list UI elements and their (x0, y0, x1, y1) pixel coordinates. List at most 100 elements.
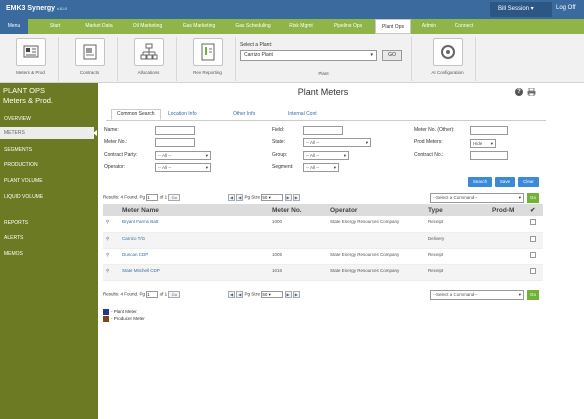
row-checkbox[interactable] (527, 216, 543, 233)
next-page-icon[interactable]: ▶ (284, 291, 292, 298)
row-checkbox[interactable] (527, 264, 543, 281)
operator-cell: State Energy Resources Company (327, 248, 425, 265)
last-page-icon[interactable]: ▶ (292, 291, 300, 298)
contract-no-input[interactable] (470, 151, 508, 160)
command-select-top[interactable]: --Select a Command-- ▾ (430, 193, 524, 203)
meter-no-other-input[interactable] (470, 126, 508, 135)
prev-page-icon[interactable]: ◀ (236, 194, 244, 201)
tab-other-info[interactable]: Other Info (233, 111, 255, 121)
contract-party-label: Contract Party: (104, 152, 138, 158)
tab-plant-ops[interactable]: Plant Ops (375, 19, 411, 34)
search-icon[interactable]: ⚲ (103, 216, 119, 233)
tab-internal-cont[interactable]: Internal Cont (288, 111, 317, 121)
row-checkbox[interactable] (527, 248, 543, 265)
tab-gas-marketing[interactable]: Gas Marketing (175, 19, 223, 34)
table-row[interactable]: ⚲ Carrizo T/G Delivery (103, 232, 543, 249)
tab-admin[interactable]: Admin (414, 19, 444, 34)
meter-name-cell[interactable]: Carrizo T/G (119, 232, 269, 249)
plant-select[interactable]: Carrizo Plant ▾ (240, 50, 377, 61)
sidebar-item-memos[interactable]: MEMOS (4, 251, 98, 257)
sidebar: PLANT OPS Meters & Prod. OVERVIEW METERS… (0, 83, 98, 419)
select-all-checkbox[interactable]: ✔ (527, 204, 543, 216)
meter-no-input[interactable] (155, 138, 195, 147)
save-button[interactable]: Save (495, 177, 515, 187)
name-input[interactable] (155, 126, 195, 135)
row-checkbox[interactable] (527, 232, 543, 249)
first-page-icon[interactable]: ◀ (228, 194, 235, 201)
page-size-select-top[interactable]: 50 ▾ (261, 194, 284, 201)
operator-cell (327, 232, 425, 249)
page-go-button-bottom[interactable]: Go (168, 291, 181, 298)
tab-market-data[interactable]: Market Data (78, 19, 120, 34)
sidebar-item-alerts[interactable]: ALERTS (4, 235, 98, 241)
state-select[interactable]: -- All -- ▾ (303, 138, 371, 147)
sidebar-item-production[interactable]: PRODUCTION (4, 162, 98, 168)
contracts-tool[interactable]: Contracts (62, 37, 118, 81)
table-row[interactable]: ⚲ Duncan CDP 1005 State Energy Resources… (103, 248, 543, 265)
ai-configuration-tool[interactable]: AI Configuration (420, 37, 476, 81)
page-size-select-bottom[interactable]: 50 ▾ (261, 291, 284, 298)
next-page-icon[interactable]: ▶ (284, 194, 292, 201)
search-tabs: Common Search Location Info Other Info I… (106, 109, 546, 121)
col-type[interactable]: Type (425, 204, 489, 216)
last-page-icon[interactable]: ▶ (292, 194, 300, 201)
group-label: Group: (272, 152, 288, 158)
sidebar-item-overview[interactable]: OVERVIEW (4, 116, 98, 122)
page-input-top[interactable]: 1 (146, 194, 159, 201)
clear-button[interactable]: Clear (518, 177, 539, 187)
tab-gas-scheduling[interactable]: Gas Scheduling (228, 19, 278, 34)
page-go-button-top[interactable]: Go (168, 194, 181, 201)
tab-connect[interactable]: Connect (446, 19, 482, 34)
tab-location-info[interactable]: Location Info (168, 111, 197, 121)
group-select[interactable]: -- All -- ▾ (303, 151, 349, 160)
plant-go-button[interactable]: GO (382, 50, 402, 61)
col-meter-no[interactable]: Meter No. (269, 204, 327, 216)
sidebar-item-plant-volume[interactable]: PLANT VOLUME (4, 178, 98, 184)
col-operator[interactable]: Operator (327, 204, 425, 216)
sidebar-item-segments[interactable]: SEGMENTS (4, 147, 98, 153)
search-icon[interactable]: ⚲ (103, 232, 119, 249)
table-row[interactable]: ⚲ Bryant Farms Batt 1000 State Energy Re… (103, 216, 543, 233)
command-go-button-top[interactable]: Go (527, 193, 539, 203)
page-input-bottom[interactable]: 1 (146, 291, 159, 298)
tab-start[interactable]: Start (40, 19, 70, 34)
table-row[interactable]: ⚲ State Mitchell CDP 1016 State Energy R… (103, 264, 543, 281)
search-button[interactable]: Search (468, 177, 492, 187)
allocations-tool[interactable]: Allocations (121, 37, 177, 81)
user-menu[interactable]: Bill Session ▾ (490, 2, 552, 17)
tab-pipeline-ops[interactable]: Pipeline Ops (324, 19, 372, 34)
contract-party-select[interactable]: -- All -- ▾ (155, 151, 211, 160)
col-prod-m[interactable]: Prod-M (489, 204, 527, 216)
search-icon[interactable]: ⚲ (103, 264, 119, 281)
plant-meter-swatch (103, 309, 109, 315)
prod-m-cell (489, 264, 527, 281)
meter-no-label: Meter No.: (104, 139, 128, 145)
meter-name-cell[interactable]: State Mitchell CDP (119, 264, 269, 281)
prev-page-icon[interactable]: ◀ (236, 291, 244, 298)
sidebar-item-reports[interactable]: REPORTS (4, 220, 98, 226)
pager-top: Results: 4 Found. Pg 1 of 1 Go (103, 194, 181, 201)
help-icon[interactable]: ? (515, 88, 523, 96)
meter-name-cell[interactable]: Duncan CDP (119, 248, 269, 265)
meter-name-cell[interactable]: Bryant Farms Batt (119, 216, 269, 233)
meters-prod-tool[interactable]: Meters & Prod (3, 37, 59, 81)
prod-meters-select[interactable]: Hide ▾ (470, 139, 496, 148)
tab-common-search[interactable]: Common Search (111, 109, 161, 120)
col-meter-name[interactable]: Meter Name (119, 204, 269, 216)
field-input[interactable] (303, 126, 343, 135)
search-icon[interactable]: ⚲ (103, 248, 119, 265)
menu-button[interactable]: Menu (0, 19, 28, 34)
print-icon[interactable] (527, 87, 536, 97)
sidebar-item-meters[interactable]: METERS (0, 127, 94, 139)
prod-meters-label: Prod Meters: (414, 139, 443, 145)
command-select-bottom[interactable]: --Select a Command-- ▾ (430, 290, 524, 300)
command-go-button-bottom[interactable]: Go (527, 290, 539, 300)
segment-select[interactable]: -- All -- ▾ (303, 163, 339, 172)
sidebar-item-liquid-volume[interactable]: LIQUID VOLUME (4, 194, 98, 200)
tab-risk-mgmt[interactable]: Risk Mgmt (283, 19, 319, 34)
tab-oil-marketing[interactable]: Oil Marketing (125, 19, 170, 34)
first-page-icon[interactable]: ◀ (228, 291, 235, 298)
rev-reporting-tool[interactable]: Rev Reporting (180, 37, 236, 81)
logoff-link[interactable]: Log Off (556, 5, 576, 11)
operator-select[interactable]: -- All -- ▾ (155, 163, 211, 172)
